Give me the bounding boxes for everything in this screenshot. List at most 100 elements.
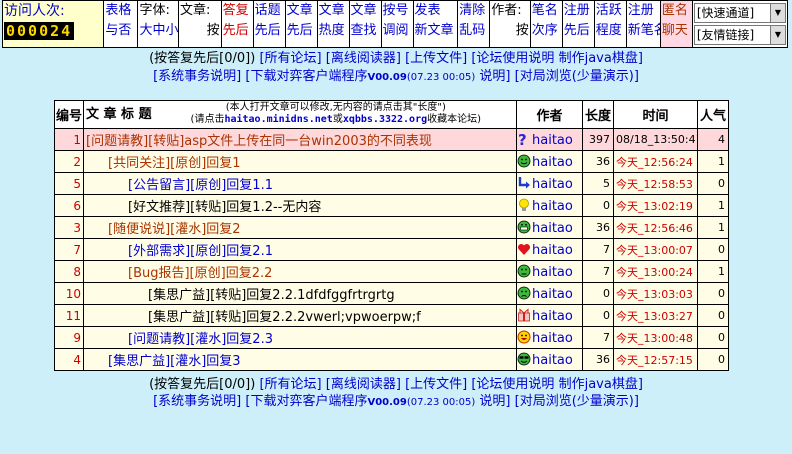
system-affairs-link[interactable]: [系统事务说明] [153,69,241,84]
anon-b[interactable]: 聊天 [662,23,688,38]
font-size-links[interactable]: 大中小 [139,23,177,38]
row-length[interactable]: 36 [582,348,614,371]
search-a[interactable]: 文章 [351,3,377,18]
sort-by-article-link[interactable]: 文章 先后 [284,0,318,48]
activity-b[interactable]: 程度 [596,23,622,38]
client-help-link[interactable]: 说明] [479,69,510,84]
new-post-link[interactable]: 发表 新文章 [412,0,459,48]
game-browse-link[interactable]: [对局浏览(少量演示)] [515,394,639,409]
table-toggle-link[interactable]: 表格 与否 [103,0,139,48]
system-affairs-link[interactable]: [系统事务说明] [153,394,241,409]
row-tag-link[interactable]: [集思广益][转贴] [148,310,246,325]
row-topic-link[interactable]: 回复1 [206,156,240,171]
sort-article-a[interactable]: 文章 [287,3,313,18]
row-length[interactable]: 36 [582,216,614,239]
row-length[interactable]: 0 [582,304,614,327]
row-topic-link[interactable]: 回复2.2.2vwerl;vpwoerpw;f [246,310,420,325]
sort-topic-b[interactable]: 先后 [255,23,281,38]
row-length[interactable]: 5 [582,172,614,195]
penname-b[interactable]: 次序 [532,23,558,38]
row-tag-link[interactable]: [公告留言][原创] [128,178,226,193]
author-link[interactable]: haitao [532,243,573,258]
row-tag-link[interactable]: [问题请教][转贴] [86,134,184,149]
row-length[interactable]: 36 [582,150,614,173]
row-length[interactable]: 397 [582,128,614,151]
row-length[interactable]: 7 [582,326,614,349]
row-topic-link[interactable]: 回复1.2--无内容 [226,200,321,215]
sort-by-topic-link[interactable]: 话题 先后 [252,0,286,48]
row-length[interactable]: 0 [582,194,614,217]
by-number-a[interactable]: 按号 [383,3,409,18]
table-toggle-b[interactable]: 与否 [105,23,131,38]
row-tag-link[interactable]: [Bug报告][原创] [128,266,226,281]
row-topic-link[interactable]: asp文件上传在同一台win2003的不同表现 [184,134,432,149]
domain-link-1[interactable]: haitao.minidns.net [224,114,332,125]
by-number-b[interactable]: 调阅 [383,23,409,38]
author-link[interactable]: haitao [532,177,573,192]
row-topic-link[interactable]: 回复2.2 [226,266,273,281]
clear-garbled-link[interactable]: 清除 乱码 [457,0,491,48]
table-toggle-a[interactable]: 表格 [105,3,131,18]
row-tag-link[interactable]: [共同关注][原创] [108,156,206,171]
author-link[interactable]: haitao [532,155,573,170]
new-post-a[interactable]: 发表 [415,3,441,18]
read-by-number-link[interactable]: 按号 调阅 [380,0,414,48]
sort-by-reply-link[interactable]: 答复 先后 [220,0,254,48]
all-forums-link[interactable]: [所有论坛] [259,51,321,66]
new-post-b[interactable]: 新文章 [415,23,454,38]
sort-by-activity-link[interactable]: 活跃 程度 [593,0,627,48]
row-tag-link[interactable]: [问题请教][灌水] [128,332,226,347]
upload-file-link[interactable]: [上传文件] [405,51,467,66]
register-penname-link[interactable]: 注册新笔名 [625,0,661,48]
anonymous-chat-link[interactable]: 匿名 聊天 [659,0,693,48]
new-penname-b[interactable]: 新笔名 [628,23,660,38]
author-link[interactable]: haitao [532,265,573,280]
row-tag-link[interactable]: [好文推荐][转贴] [128,200,226,215]
client-help-link[interactable]: 说明] [479,394,510,409]
author-link[interactable]: haitao [532,199,573,214]
row-tag-link[interactable]: [外部需求][原创] [128,244,226,259]
row-topic-link[interactable]: 回复1.1 [226,178,273,193]
row-topic-link[interactable]: 回复3 [206,354,240,369]
sort-by-penname-link[interactable]: 笔名 次序 [529,0,563,48]
row-topic-link[interactable]: 回复2 [206,222,240,237]
row-tag-link[interactable]: [随便说说][灌水] [108,222,206,237]
row-tag-link[interactable]: [集思广益][转贴] [148,288,246,303]
sort-reply-b[interactable]: 先后 [223,23,249,38]
author-link[interactable]: haitao [532,353,573,368]
sort-topic-a[interactable]: 话题 [255,3,281,18]
font-size-control[interactable]: 字体: 大中小 [137,0,179,48]
activity-a[interactable]: 活跃 [596,3,622,18]
sort-by-register-link[interactable]: 注册 先后 [561,0,595,48]
penname-a[interactable]: 笔名 [532,3,558,18]
new-penname-a[interactable]: 注册 [628,3,654,18]
author-link[interactable]: haitao [532,133,573,148]
register-b[interactable]: 先后 [564,23,590,38]
row-topic-link[interactable]: 回复2.3 [226,332,273,347]
friend-links-select[interactable]: [友情链接] ▼ [693,25,786,45]
row-length[interactable]: 0 [582,282,614,305]
row-length[interactable]: 7 [582,238,614,261]
game-browse-link[interactable]: [对局浏览(少量演示)] [515,69,639,84]
sort-heat-a[interactable]: 文章 [319,3,345,18]
author-link[interactable]: haitao [532,287,573,302]
offline-reader-link[interactable]: [离线阅读器] [326,51,401,66]
register-a[interactable]: 注册 [564,3,590,18]
author-link[interactable]: haitao [532,309,573,324]
download-client-link[interactable]: [下载对弈客户端程序V00.09(07.23 00:05) [245,394,475,409]
clear-a[interactable]: 清除 [459,3,485,18]
clear-b[interactable]: 乱码 [459,23,485,38]
sort-by-heat-link[interactable]: 文章 热度 [316,0,350,48]
search-b[interactable]: 查找 [351,23,377,38]
article-search-link[interactable]: 文章 查找 [348,0,382,48]
anon-a[interactable]: 匿名 [662,3,688,18]
domain-link-2[interactable]: xqbbs.3322.org [343,114,427,125]
row-length[interactable]: 7 [582,260,614,283]
sort-heat-b[interactable]: 热度 [319,23,345,38]
author-link[interactable]: haitao [532,221,573,236]
forum-help-link[interactable]: [论坛使用说明 [471,51,554,66]
download-client-link[interactable]: [下载对弈客户端程序V00.09(07.23 00:05) [245,69,475,84]
author-link[interactable]: haitao [532,331,573,346]
sort-article-b[interactable]: 先后 [287,23,313,38]
quick-channel-select[interactable]: [快速通道] ▼ [693,3,786,23]
